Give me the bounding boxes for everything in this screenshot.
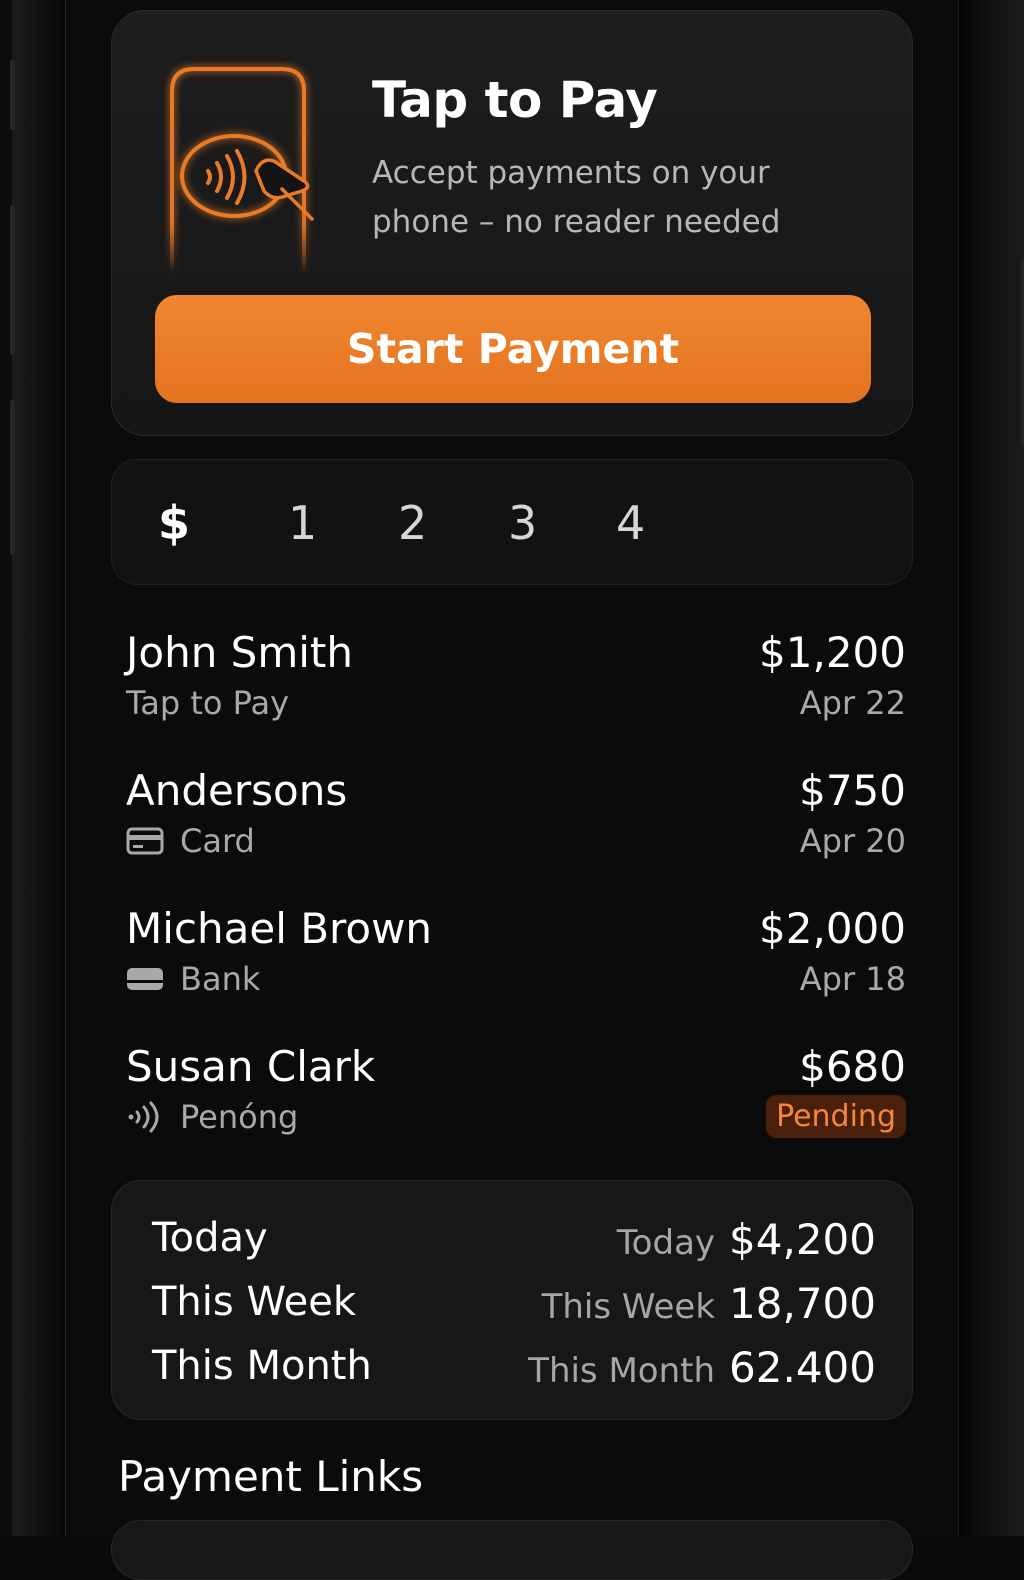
transaction-method-label: Bank xyxy=(180,960,261,998)
transaction-method-label: Card xyxy=(180,822,255,860)
transaction-method: Penóng xyxy=(126,1098,298,1136)
transaction-date: Apr 22 xyxy=(799,684,906,722)
transaction-row[interactable]: Andersons Card $750 Apr 20 xyxy=(126,766,906,886)
summary-small-label: This Week xyxy=(541,1287,716,1327)
summary-amount: $4,200 xyxy=(729,1215,876,1264)
contactless-icon xyxy=(126,1101,164,1133)
payment-links-card[interactable] xyxy=(111,1520,913,1580)
tab-strip: $ 1 2 3 4 xyxy=(111,459,913,585)
transaction-row[interactable]: Michael Brown Bank $2,000 Apr 18 xyxy=(126,904,906,1024)
transaction-amount: $2,000 xyxy=(759,904,906,953)
side-button xyxy=(10,60,15,130)
summary-amount: 62.400 xyxy=(729,1343,876,1392)
transaction-method-label: Tap to Pay xyxy=(126,684,290,722)
summary-label-today: Today xyxy=(152,1215,268,1261)
start-payment-button[interactable]: Start Payment xyxy=(155,295,871,403)
tab-1[interactable]: 1 xyxy=(288,496,317,550)
app-screen: Tap to Pay Accept payments on your phone… xyxy=(66,0,958,1580)
summary-value-today: Today $4,200 xyxy=(617,1215,876,1264)
card-icon xyxy=(126,827,164,855)
pending-status-badge: Pending xyxy=(766,1095,906,1138)
bank-icon xyxy=(126,965,164,993)
transaction-name: Michael Brown xyxy=(126,904,433,953)
transaction-amount: $680 xyxy=(799,1042,906,1091)
phone-device: Tap to Pay Accept payments on your phone… xyxy=(0,0,1024,1580)
device-frame-right xyxy=(958,0,1024,1536)
transaction-row[interactable]: Susan Clark Penóng $680 Pending xyxy=(126,1042,906,1162)
summary-value-month: This Month 62.400 xyxy=(528,1343,876,1392)
transaction-method-label: Penóng xyxy=(180,1098,299,1136)
tab-2[interactable]: 2 xyxy=(398,496,427,550)
payment-links-heading: Payment Links xyxy=(118,1452,424,1501)
summary-small-label: Today xyxy=(616,1223,716,1263)
phone-tap-to-pay-icon xyxy=(164,61,334,281)
tap-to-pay-card: Tap to Pay Accept payments on your phone… xyxy=(111,10,913,436)
hero-title: Tap to Pay xyxy=(372,71,658,129)
volume-down-button xyxy=(10,400,15,555)
summary-label-month: This Month xyxy=(152,1343,372,1389)
transaction-method: Card xyxy=(126,822,255,860)
summary-value-week: This Week 18,700 xyxy=(542,1279,876,1328)
hero-subtitle: Accept payments on your phone – no reade… xyxy=(372,155,781,240)
summary-label-week: This Week xyxy=(152,1279,357,1325)
transaction-row[interactable]: John Smith Tap to Pay $1,200 Apr 22 xyxy=(126,628,906,748)
transaction-amount: $750 xyxy=(799,766,906,815)
device-frame-left xyxy=(10,0,66,1536)
transaction-date: Apr 18 xyxy=(799,960,906,998)
tab-4[interactable]: 4 xyxy=(616,496,645,550)
volume-up-button xyxy=(10,205,15,355)
transaction-date: Apr 20 xyxy=(799,822,906,860)
earnings-summary-card: Today Today $4,200 This Week This Week 1… xyxy=(111,1180,913,1420)
transaction-name: Andersons xyxy=(126,766,348,815)
transaction-amount: $1,200 xyxy=(759,628,906,677)
tab-dollar[interactable]: $ xyxy=(158,496,190,550)
tab-3[interactable]: 3 xyxy=(508,496,537,550)
transaction-name: Susan Clark xyxy=(126,1042,376,1091)
summary-small-label: This Month xyxy=(528,1351,716,1391)
summary-amount: 18,700 xyxy=(729,1279,876,1328)
transaction-name: John Smith xyxy=(126,628,354,677)
transaction-method: Tap to Pay xyxy=(126,684,289,722)
transaction-method: Bank xyxy=(126,960,260,998)
